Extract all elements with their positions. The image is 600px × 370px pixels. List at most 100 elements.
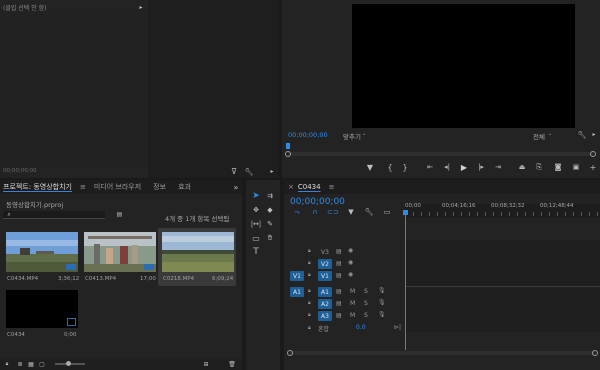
sync-lock-icon[interactable]: ▤	[336, 260, 342, 267]
icon-view-icon[interactable]: ▦	[27, 360, 35, 368]
marker-icon[interactable]: ▼	[365, 162, 375, 172]
search-input[interactable]	[3, 211, 105, 219]
go-to-out-icon[interactable]: ⇥	[493, 162, 503, 172]
add-button-icon[interactable]: +	[588, 162, 598, 172]
sync-lock-icon[interactable]: ▤	[336, 312, 342, 319]
source-patch-empty[interactable]	[290, 247, 304, 257]
mark-in-icon[interactable]: {	[385, 162, 395, 172]
freeform-view-icon[interactable]: ▢	[38, 360, 46, 368]
lock-icon[interactable]: 🔒︎	[308, 288, 311, 294]
zoom-slider-knob[interactable]	[66, 361, 71, 366]
eye-icon[interactable]: ◉	[348, 259, 353, 266]
play-icon[interactable]: ▶	[459, 162, 469, 172]
expand-icon[interactable]: ▸	[590, 130, 598, 139]
type-tool-icon[interactable]: T	[249, 245, 263, 259]
tab-menu-icon[interactable]: ≡	[78, 183, 88, 191]
project-item-thumbnail[interactable]	[6, 232, 78, 272]
tab-info[interactable]: 정보	[147, 182, 172, 192]
mic-icon[interactable]: 🎙︎	[378, 299, 386, 306]
lock-icon[interactable]: 🔒︎	[308, 272, 311, 278]
tab-media-browser[interactable]: 미디어 브라우저	[88, 182, 147, 192]
comparison-icon[interactable]: ▣	[571, 162, 581, 172]
solo-button[interactable]: S	[364, 288, 368, 295]
close-sequence-icon[interactable]: ×	[284, 183, 296, 191]
mark-out-icon[interactable]: }	[400, 162, 410, 172]
sync-lock-icon[interactable]: ▤	[336, 248, 342, 255]
source-panel-title[interactable]: (클립 선택 안 함)	[0, 3, 53, 12]
track-label[interactable]: V3	[318, 247, 332, 257]
linked-selection-icon[interactable]: ⊂⊃	[327, 207, 339, 217]
tab-project[interactable]: 프로젝트: 동영상합치기	[0, 182, 78, 192]
export-frame-icon[interactable]: ◙	[553, 162, 563, 172]
mute-button[interactable]: M	[350, 288, 355, 295]
lock-icon[interactable]: 🔒︎	[308, 260, 311, 266]
project-item-thumbnail[interactable]	[84, 232, 156, 272]
program-scrubber-bar[interactable]	[288, 152, 593, 156]
add-marker-icon[interactable]: ▼	[346, 207, 356, 217]
track-label[interactable]: A3	[318, 311, 332, 321]
zoom-fit-dropdown[interactable]: 맞추기	[343, 131, 361, 141]
mute-button[interactable]: M	[350, 312, 355, 319]
timeline-settings-icon[interactable]: 🔧︎	[364, 207, 374, 217]
solo-button[interactable]: S	[364, 300, 368, 307]
sync-lock-icon[interactable]: ▤	[336, 272, 342, 279]
go-to-end-icon[interactable]: ⊳|	[394, 324, 401, 331]
list-view-icon[interactable]: ≣	[16, 360, 24, 368]
timeline-scrollbar[interactable]	[290, 351, 595, 355]
filter-icon[interactable]: ⊽	[229, 167, 239, 176]
zoom-chevron-icon[interactable]: ⌄	[362, 131, 366, 137]
track-label[interactable]: V1	[318, 271, 332, 281]
hand-tool-icon[interactable]: ✋︎	[263, 231, 277, 245]
sync-lock-icon[interactable]: ▤	[336, 288, 342, 295]
playhead-marker[interactable]	[286, 143, 290, 149]
quality-chevron-icon[interactable]: ⌄	[548, 131, 552, 137]
insert-overwrite-icon[interactable]: ⤳	[292, 207, 302, 217]
step-back-icon[interactable]: ◂|	[442, 162, 452, 172]
eye-icon[interactable]: ◉	[348, 247, 353, 254]
source-patch-empty[interactable]	[290, 311, 304, 321]
scroll-end-knob[interactable]	[592, 350, 598, 356]
rectangle-tool-icon[interactable]: ▭	[249, 231, 263, 245]
track-label[interactable]: A2	[318, 299, 332, 309]
mic-icon[interactable]: 🎙︎	[378, 287, 386, 294]
timeline-timecode[interactable]: 00;00;00;00	[290, 197, 345, 207]
track-label[interactable]: A1	[318, 287, 332, 297]
sync-lock-icon[interactable]: ▤	[336, 300, 342, 307]
razor-tool-icon[interactable]: ◆	[263, 203, 277, 217]
lock-icon[interactable]: 🔒︎	[308, 300, 311, 306]
captions-icon[interactable]: ▭	[382, 207, 392, 217]
panel-menu-icon[interactable]: ▸	[137, 3, 145, 11]
quality-dropdown[interactable]: 전체	[533, 131, 545, 141]
solo-button[interactable]: S	[364, 312, 368, 319]
scrubber-end-knob[interactable]	[590, 151, 596, 157]
go-to-in-icon[interactable]: ⇤	[425, 162, 435, 172]
new-bin-icon[interactable]: ▤	[115, 210, 124, 219]
wrench-icon[interactable]: 🔧︎	[244, 167, 254, 176]
snap-icon[interactable]: ∩	[310, 207, 320, 217]
extract-icon[interactable]: ⎘	[534, 162, 544, 172]
mic-icon[interactable]: 🎙︎	[378, 311, 386, 318]
settings-wrench-icon[interactable]: 🔧︎	[577, 130, 587, 139]
new-item-icon[interactable]: ⊞	[202, 360, 210, 368]
source-patch-empty[interactable]	[290, 299, 304, 309]
lock-icon[interactable]: 🔒︎	[308, 325, 311, 331]
program-timecode[interactable]: 00;00;00;00	[288, 131, 328, 139]
source-patch-empty[interactable]	[290, 259, 304, 269]
tab-effects[interactable]: 효과	[172, 182, 197, 192]
eye-icon[interactable]: ◉	[348, 271, 353, 278]
more-panels-icon[interactable]: »	[232, 183, 240, 192]
scrubber-start-knob[interactable]	[285, 151, 291, 157]
project-item-thumbnail[interactable]	[162, 232, 234, 272]
lift-icon[interactable]: ⏏	[517, 162, 527, 172]
sequence-menu-icon[interactable]: ≡	[327, 183, 337, 191]
lock-icon[interactable]: 🔒︎	[308, 312, 311, 318]
sequence-thumbnail[interactable]	[6, 290, 78, 328]
selection-tool-icon[interactable]: ➤	[249, 189, 263, 203]
source-patch-a1[interactable]: A1	[290, 287, 304, 297]
slip-tool-icon[interactable]: |↔|	[249, 217, 263, 231]
lock-icon[interactable]: 🔒︎	[308, 248, 311, 254]
mute-button[interactable]: M	[350, 300, 355, 307]
tab-sequence[interactable]: C0434	[296, 183, 327, 191]
mix-value[interactable]: 0.0	[356, 324, 366, 331]
lock-icon[interactable]: 🔒︎	[3, 360, 11, 368]
